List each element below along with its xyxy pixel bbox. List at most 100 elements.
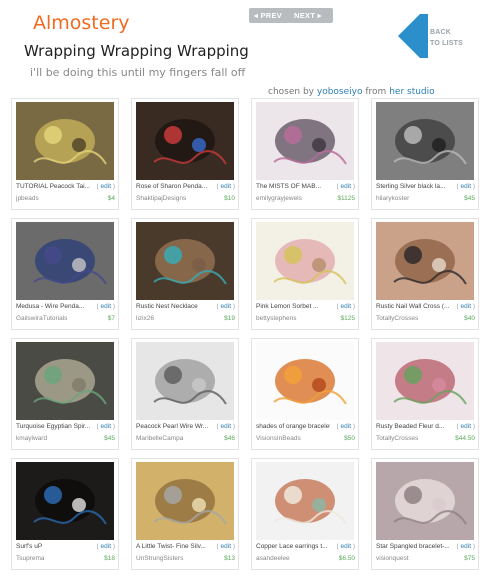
item-thumbnail[interactable] xyxy=(136,462,234,540)
edit-link[interactable]: ( edit ) xyxy=(97,183,115,190)
item-shop[interactable]: emilygrayjewels xyxy=(256,195,330,202)
item-shop[interactable]: TotallyCrosses xyxy=(376,315,450,322)
list-item[interactable]: A Little Twist- Fine Silv... ( edit ) UnSt… xyxy=(131,458,239,570)
item-shop[interactable]: hilarykoster xyxy=(376,195,450,202)
brand-name[interactable]: Almostery xyxy=(33,12,130,34)
item-thumbnail[interactable] xyxy=(136,102,234,180)
item-shop[interactable]: visionquest xyxy=(376,555,450,562)
item-shop[interactable]: TotallyCrosses xyxy=(376,435,450,442)
item-price: $19 xyxy=(224,315,235,322)
item-price: $45 xyxy=(464,195,475,202)
item-thumbnail[interactable] xyxy=(256,462,354,540)
item-title[interactable]: Sterling Silver black la... xyxy=(376,183,450,190)
edit-link[interactable]: ( edit ) xyxy=(457,303,475,310)
item-shop[interactable]: Tsuprema xyxy=(16,555,90,562)
item-thumbnail[interactable] xyxy=(376,102,474,180)
item-thumbnail[interactable] xyxy=(136,342,234,420)
item-price: $45 xyxy=(104,435,115,442)
item-shop[interactable]: GailswiraTutorials xyxy=(16,315,90,322)
back-arrow-icon xyxy=(398,14,428,58)
item-thumbnail[interactable] xyxy=(376,462,474,540)
list-item[interactable]: The MISTS OF MAB... ( edit ) emilygrayjewe… xyxy=(251,98,359,210)
item-thumbnail[interactable] xyxy=(16,462,114,540)
item-price: $125 xyxy=(340,315,355,322)
item-thumbnail[interactable] xyxy=(376,342,474,420)
item-thumbnail[interactable] xyxy=(16,102,114,180)
item-price: $44.50 xyxy=(455,435,475,442)
list-item[interactable]: shades of orange bracelet ( edit ) Visions… xyxy=(251,338,359,450)
edit-link[interactable]: ( edit ) xyxy=(457,543,475,550)
item-title[interactable]: TUTORIAL Peacock Tai... xyxy=(16,183,90,190)
list-item[interactable]: Peacock Pearl Wire Wr... ( edit ) Maribell… xyxy=(131,338,239,450)
curator-user-link[interactable]: yoboseiyo xyxy=(317,87,363,97)
edit-link[interactable]: ( edit ) xyxy=(457,423,475,430)
item-shop[interactable]: VisionsInBeads xyxy=(256,435,330,442)
item-thumbnail[interactable] xyxy=(256,102,354,180)
curator-line: chosen by yoboseiyo from her studio xyxy=(268,87,435,97)
item-price: $75 xyxy=(464,555,475,562)
item-title[interactable]: Rose of Sharon Penda... xyxy=(136,183,210,190)
item-title[interactable]: Peacock Pearl Wire Wr... xyxy=(136,423,210,430)
item-shop[interactable]: ShaktipajDesigns xyxy=(136,195,210,202)
item-title[interactable]: Medusa - Wire Penda... xyxy=(16,303,90,310)
item-title[interactable]: Star Spangled bracelet-... xyxy=(376,543,450,550)
list-item[interactable]: Rusty Beaded Fleur d... ( edit ) TotallyCr… xyxy=(371,338,479,450)
item-thumbnail[interactable] xyxy=(256,222,354,300)
item-title[interactable]: A Little Twist- Fine Silv... xyxy=(136,543,210,550)
item-shop[interactable]: MaribelleCampa xyxy=(136,435,210,442)
item-title[interactable]: Rusty Beaded Fleur d... xyxy=(376,423,450,430)
item-shop[interactable]: asandeelee xyxy=(256,555,330,562)
list-item[interactable]: Rose of Sharon Penda... ( edit ) Shaktipaj… xyxy=(131,98,239,210)
item-title[interactable]: Copper Lace earrings t... xyxy=(256,543,330,550)
item-title[interactable]: Surf's uP xyxy=(16,543,90,550)
edit-link[interactable]: ( edit ) xyxy=(337,543,355,550)
edit-link[interactable]: ( edit ) xyxy=(457,183,475,190)
item-shop[interactable]: kmaylward xyxy=(16,435,90,442)
edit-link[interactable]: ( edit ) xyxy=(97,423,115,430)
item-title[interactable]: Pink Lemon Sorbet ... xyxy=(256,303,330,310)
edit-link[interactable]: ( edit ) xyxy=(337,423,355,430)
edit-link[interactable]: ( edit ) xyxy=(337,183,355,190)
list-item[interactable]: Pink Lemon Sorbet ... ( edit ) bettystephe… xyxy=(251,218,359,330)
item-price: $50 xyxy=(344,435,355,442)
item-price: $7 xyxy=(107,315,115,322)
item-title[interactable]: Rustic Nail Wall Cross (... xyxy=(376,303,450,310)
next-button[interactable]: NEXT ▸ xyxy=(289,8,333,23)
item-title[interactable]: Rustic Nest Necklace xyxy=(136,303,210,310)
curator-studio-link[interactable]: her studio xyxy=(389,87,434,97)
list-item[interactable]: Surf's uP ( edit ) Tsuprema $18 xyxy=(11,458,119,570)
item-thumbnail[interactable] xyxy=(16,342,114,420)
item-thumbnail[interactable] xyxy=(136,222,234,300)
list-item[interactable]: Rustic Nail Wall Cross (... ( edit ) Total… xyxy=(371,218,479,330)
edit-link[interactable]: ( edit ) xyxy=(217,303,235,310)
edit-link[interactable]: ( edit ) xyxy=(97,543,115,550)
item-title[interactable]: Turquoise Egyptian Spir... xyxy=(16,423,90,430)
edit-link[interactable]: ( edit ) xyxy=(337,303,355,310)
item-shop[interactable]: UnStrungSisters xyxy=(136,555,210,562)
back-to-lists-label: BACK TO LISTS xyxy=(430,29,463,47)
item-title[interactable]: shades of orange bracelet xyxy=(256,423,330,430)
item-thumbnail[interactable] xyxy=(376,222,474,300)
list-item[interactable]: Turquoise Egyptian Spir... ( edit ) kmaylw… xyxy=(11,338,119,450)
item-thumbnail[interactable] xyxy=(16,222,114,300)
item-shop[interactable]: bettystephens xyxy=(256,315,330,322)
edit-link[interactable]: ( edit ) xyxy=(217,543,235,550)
item-title[interactable]: The MISTS OF MAB... xyxy=(256,183,330,190)
item-thumbnail[interactable] xyxy=(256,342,354,420)
item-price: $13 xyxy=(224,555,235,562)
edit-link[interactable]: ( edit ) xyxy=(217,183,235,190)
list-item[interactable]: Rustic Nest Necklace ( edit ) lizix26 $19 xyxy=(131,218,239,330)
list-description: i'll be doing this until my fingers fall… xyxy=(30,66,246,79)
edit-link[interactable]: ( edit ) xyxy=(97,303,115,310)
edit-link[interactable]: ( edit ) xyxy=(217,423,235,430)
item-price: $18 xyxy=(104,555,115,562)
list-item[interactable]: Copper Lace earrings t... ( edit ) asandee… xyxy=(251,458,359,570)
item-shop[interactable]: lizix26 xyxy=(136,315,210,322)
list-item[interactable]: TUTORIAL Peacock Tai... ( edit ) jpbeads $4 xyxy=(11,98,119,210)
prev-button[interactable]: ◂ PREV xyxy=(249,8,291,23)
list-item[interactable]: Medusa - Wire Penda... ( edit ) GailswiraT… xyxy=(11,218,119,330)
item-price: $1125 xyxy=(337,195,355,202)
list-item[interactable]: Star Spangled bracelet-... ( edit ) vision… xyxy=(371,458,479,570)
list-item[interactable]: Sterling Silver black la... ( edit ) hilar… xyxy=(371,98,479,210)
item-shop[interactable]: jpbeads xyxy=(16,195,90,202)
